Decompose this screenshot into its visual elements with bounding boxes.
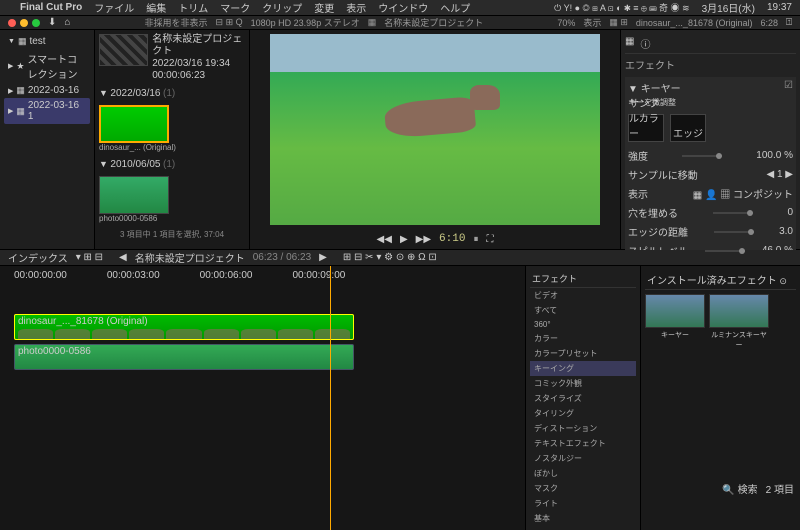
menubar-status-icons: ⏻ Y! ● ◎ ⊞ A ⊡ ◐ ✱ ≡ ⊕ ⌨ 奇 ◉ ≋ [554, 1, 689, 14]
clip-thumb [99, 176, 169, 214]
timeline-title: 名称未設定プロジェクト [135, 250, 245, 265]
fx-cat-selected[interactable]: キーイング [530, 361, 636, 376]
fullscreen-icon[interactable]: ⛶ [486, 234, 493, 245]
prev-edit-icon[interactable]: ◀ [119, 252, 127, 263]
index-button[interactable]: インデックス [8, 250, 68, 265]
keyword-icon[interactable]: ⌂ [64, 17, 70, 28]
timeline-toolbar: インデックス ▾ ⊞ ⊟ ◀ 名称未設定プロジェクト 06:23 / 06:23… [0, 250, 800, 266]
timeline-clip-dinosaur[interactable]: dinosaur_..._81678 (Original) [14, 314, 354, 340]
fx-cat[interactable]: ディストーション [530, 421, 636, 436]
menu-file[interactable]: ファイル [94, 0, 134, 15]
next-icon[interactable]: ▶▶ [416, 234, 431, 245]
clip-item[interactable]: dinosaur_... (Original) [99, 105, 245, 153]
param-view[interactable]: 表示▦ 👤 ▦ コンポジット [628, 184, 793, 203]
menu-window[interactable]: ウインドウ [378, 0, 428, 15]
fx-cat[interactable]: マスク [530, 481, 636, 496]
menu-edit[interactable]: 編集 [146, 0, 166, 15]
fx-cat[interactable]: 360° [530, 318, 636, 331]
menu-view[interactable]: 表示 [346, 0, 366, 15]
effects-header: エフェクト [530, 270, 636, 288]
date-header: ▼ 2022/03/16 (1) [99, 86, 245, 101]
info-tab-icon[interactable]: ⓘ [640, 36, 650, 51]
param-edge[interactable]: エッジの距離3.0 [628, 222, 793, 241]
smart-collection[interactable]: ▶★ スマートコレクション [4, 49, 90, 83]
inspector-panel: ▦ⓘ エフェクト ▼ キーヤー☑ キーを微調整 サンプルカラー エッジ 強度10… [620, 30, 800, 249]
clip-browser: 名称未設定プロジェクト2022/03/16 19:3400:00:06:23 ▼… [95, 30, 250, 249]
viewer-panel: ◀◀ ▶ ▶▶ 6:10 ⏸ ⛶ [250, 30, 620, 249]
fx-cat[interactable]: コミック外観 [530, 376, 636, 391]
effect-keyer[interactable]: キーヤー [645, 294, 705, 350]
clip-thumb-selected [99, 105, 169, 143]
item-count: 2 項目 [766, 481, 794, 496]
library-sidebar: ▼▦ test ▶★ スマートコレクション ▶▦ 2022-03-16 ▶▦ 2… [0, 30, 95, 249]
traffic-lights[interactable] [8, 19, 40, 27]
playhead[interactable] [330, 266, 331, 530]
import-icon[interactable]: ⬇ [48, 17, 56, 28]
hide-rejected[interactable]: 非採用を非表示 [145, 16, 208, 29]
fx-cat[interactable]: テキストエフェクト [530, 436, 636, 451]
primary-track[interactable]: photo0000-0586 [14, 344, 511, 372]
menu-trim[interactable]: トリム [178, 0, 208, 15]
project-title: 名称未設定プロジェクト [384, 16, 483, 29]
fx-cat[interactable]: 基本 [530, 511, 636, 526]
transport-controls: ◀◀ ▶ ▶▶ 6:10 ⏸ ⛶ [250, 229, 620, 249]
event-row[interactable]: ▶▦ 2022-03-16 [4, 83, 90, 98]
timeline-ruler[interactable]: 00:00:00:0000:00:03:0000:00:06:0000:00:0… [4, 270, 521, 282]
search-icon[interactable]: 🔍 検索 [722, 481, 757, 496]
event-row-selected[interactable]: ▶▦ 2022-03-16 1 [4, 98, 90, 124]
clip-item[interactable]: photo0000-0586 [99, 176, 245, 224]
effect-luma-keyer[interactable]: ルミナンスキーヤー [709, 294, 769, 350]
timeline-clip-photo[interactable]: photo0000-0586 [14, 344, 354, 370]
param-jump[interactable]: サンプルに移動◀ 1 ▶ [628, 165, 793, 184]
inspector-dur: 6:28 [760, 18, 778, 28]
view-menu[interactable]: 表示 [583, 16, 601, 29]
effects-categories: エフェクト ビデオ すべて 360° カラー カラープリセット キーイング コミ… [525, 266, 640, 530]
play-icon[interactable]: ▶ [400, 234, 408, 245]
fx-cat[interactable]: ノスタルジー [530, 451, 636, 466]
share-icon[interactable]: ⍐ [786, 17, 792, 28]
menu-mark[interactable]: マーク [220, 0, 250, 15]
fx-cat[interactable]: ぼかし [530, 466, 636, 481]
menubar-time: 19:37 [767, 2, 792, 13]
macos-menubar: Final Cut Pro ファイル 編集 トリム マーク クリップ 変更 表示… [0, 0, 800, 16]
fx-cat[interactable]: すべて [530, 303, 636, 318]
sample-color-well[interactable]: サンプルカラー [628, 114, 664, 142]
zoom-level[interactable]: 70% [557, 18, 575, 28]
menu-clip[interactable]: クリップ [262, 0, 302, 15]
menu-help[interactable]: ヘルプ [440, 0, 470, 15]
timeline-panel[interactable]: 00:00:00:0000:00:03:0000:00:06:0000:00:0… [0, 266, 525, 530]
prev-icon[interactable]: ◀◀ [377, 234, 392, 245]
app-name[interactable]: Final Cut Pro [20, 2, 82, 13]
fx-cat[interactable]: タイリング [530, 406, 636, 421]
project-clip[interactable]: 名称未設定プロジェクト2022/03/16 19:3400:00:06:23 [99, 34, 245, 82]
fx-cat[interactable]: スタイライズ [530, 391, 636, 406]
edge-well[interactable]: エッジ [670, 114, 706, 142]
timeline-tc: 06:23 / 06:23 [253, 252, 311, 263]
viewer-canvas[interactable] [270, 34, 600, 225]
library-row[interactable]: ▼▦ test [4, 34, 90, 49]
inspector-clip: dinosaur_..._81678 (Original) [636, 18, 753, 28]
installed-header[interactable]: インストール済みエフェクト ⊙ [645, 270, 796, 290]
inspector-tab: エフェクト [625, 54, 796, 75]
fx-cat[interactable]: ビデオ [530, 288, 636, 303]
date-header: ▼ 2010/06/05 (1) [99, 157, 245, 172]
fx-cat[interactable]: カラープリセット [530, 346, 636, 361]
browser-status: 3 項目中 1 項目を選択, 37:04 [99, 227, 245, 240]
effects-browser: インストール済みエフェクト ⊙ キーヤー ルミナンスキーヤー 🔍 検索 2 項目 [640, 266, 800, 530]
fx-cat[interactable]: カラー [530, 331, 636, 346]
timecode: 6:10 [439, 233, 465, 245]
param-strength[interactable]: 強度100.0 % [628, 146, 793, 165]
project-thumb [99, 34, 148, 66]
pause-icon[interactable]: ⏸ [473, 234, 478, 245]
menu-modify[interactable]: 変更 [314, 0, 334, 15]
param-fill[interactable]: 穴を埋める0 [628, 203, 793, 222]
format-label: 1080p HD 23.98p ステレオ [251, 16, 360, 29]
video-tab-icon[interactable]: ▦ [625, 36, 634, 51]
next-edit-icon[interactable]: ▶ [319, 252, 327, 263]
window-toolbar: ⬇ ⌂ 非採用を非表示 ⊟ ⊞ Q 1080p HD 23.98p ステレオ ▦… [0, 16, 800, 30]
menubar-date: 3月16日(水) [702, 0, 755, 15]
fx-cat[interactable]: ライト [530, 496, 636, 511]
connected-track[interactable]: dinosaur_..._81678 (Original) [14, 314, 511, 342]
dinosaur-graphic [365, 80, 505, 180]
